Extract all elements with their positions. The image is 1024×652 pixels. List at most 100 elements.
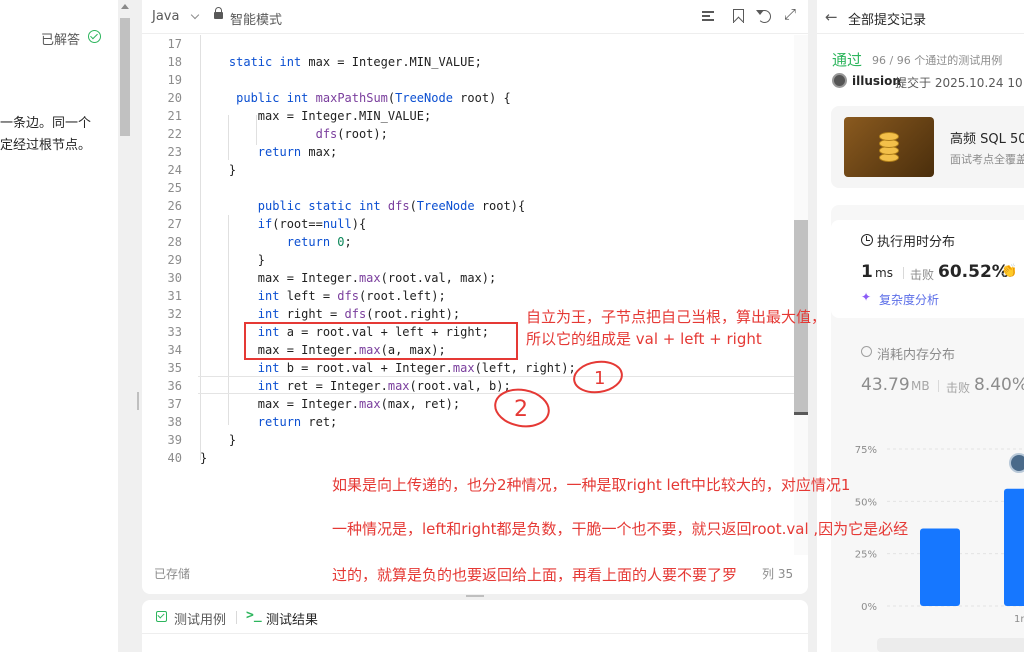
smart-mode-toggle[interactable]: 智能模式 (230, 9, 282, 28)
code-text[interactable]: max = Integer.max(root.val, max); (200, 269, 496, 287)
expand-icon[interactable] (784, 5, 800, 24)
code-text[interactable]: int right = dfs(root.right); (200, 305, 460, 323)
code-text[interactable]: static int max = Integer.MIN_VALUE; (200, 53, 482, 71)
code-line[interactable]: 37 max = Integer.max(max, ret); (142, 395, 794, 413)
accepted-status: 通过 (832, 51, 863, 69)
code-text[interactable]: } (200, 449, 207, 467)
tab-testcase[interactable]: 测试用例 (174, 609, 226, 628)
chart-bar (1004, 488, 1024, 606)
problem-description-panel: 已解答 一条边。同一个 定经过根节点。 (0, 0, 118, 652)
language-select[interactable]: Java (152, 9, 179, 24)
code-text[interactable]: return max; (200, 143, 337, 161)
line-number: 19 (167, 73, 182, 87)
code-text[interactable]: if(root==null){ (200, 215, 366, 233)
y-tick-label: 50% (855, 497, 877, 508)
line-number: 21 (167, 109, 182, 123)
code-line[interactable]: 27 if(root==null){ (142, 215, 794, 233)
sparkle-icon: ✦ (861, 290, 872, 304)
beats-label: 击败 (946, 381, 971, 395)
reset-icon[interactable] (756, 8, 772, 24)
code-line[interactable]: 23 return max; (142, 143, 794, 161)
handwritten-mark-2: 2 (494, 388, 550, 428)
line-number: 35 (167, 361, 182, 375)
code-line[interactable]: 28 return 0; (142, 233, 794, 251)
beats-label: 击败 (910, 268, 935, 282)
code-line[interactable]: 21 max = Integer.MIN_VALUE; (142, 107, 794, 125)
description-text: 定经过根节点。 (0, 138, 92, 153)
code-text[interactable]: max = Integer.max(max, ret); (200, 395, 460, 413)
complexity-analysis-link[interactable]: 复杂度分析 (879, 291, 939, 308)
code-text[interactable]: int b = root.val + Integer.max(left, rig… (200, 359, 576, 377)
code-line[interactable]: 20 public int maxPathSum(TreeNode root) … (142, 89, 794, 107)
tab-divider (236, 611, 237, 624)
code-line[interactable]: 19 (142, 71, 794, 89)
line-number: 31 (167, 289, 182, 303)
memory-icon (861, 346, 872, 357)
memory-title[interactable]: 消耗内存分布 (877, 344, 955, 363)
chart-footer (877, 638, 1024, 652)
line-number: 22 (167, 127, 182, 141)
bookmark-icon[interactable] (730, 8, 746, 24)
user-name[interactable]: illusion (852, 74, 901, 88)
code-line[interactable]: 31 int left = dfs(root.left); (142, 287, 794, 305)
code-text[interactable]: return 0; (200, 233, 352, 251)
code-line[interactable]: 26 public static int dfs(TreeNode root){ (142, 197, 794, 215)
line-number: 38 (167, 415, 182, 429)
back-arrow-icon[interactable]: ← (825, 8, 838, 26)
code-text[interactable]: public int maxPathSum(TreeNode root) { (200, 89, 511, 107)
code-line[interactable]: 22 dfs(root); (142, 125, 794, 143)
code-text[interactable]: } (200, 161, 236, 179)
clock-icon (861, 234, 873, 246)
save-status: 已存储 (154, 567, 191, 581)
code-line[interactable]: 38 return ret; (142, 413, 794, 431)
code-line[interactable]: 29 } (142, 251, 794, 269)
panel-resize-handle[interactable] (137, 392, 139, 410)
divider (903, 267, 904, 279)
tests-passed-count: 96 / 96 个通过的测试用例 (872, 54, 1003, 67)
line-number: 33 (167, 325, 182, 339)
code-line[interactable]: 25 (142, 179, 794, 197)
code-line[interactable]: 36 int ret = Integer.max(root.val, b); (142, 377, 794, 395)
scroll-up-icon[interactable] (121, 4, 129, 9)
code-text[interactable]: } (200, 431, 236, 449)
scrollbar-thumb[interactable] (120, 18, 130, 136)
tab-test-result[interactable]: 测试结果 (266, 609, 318, 628)
code-text[interactable]: int ret = Integer.max(root.val, b); (200, 377, 511, 395)
code-line[interactable]: 35 int b = root.val + Integer.max(left, … (142, 359, 794, 377)
line-number: 28 (167, 235, 182, 249)
format-code-icon[interactable] (700, 8, 716, 24)
highlight-box (244, 322, 518, 360)
code-line[interactable]: 24 } (142, 161, 794, 179)
code-text[interactable]: int left = dfs(root.left); (200, 287, 446, 305)
annotation-note: 如果是向上传递的，也分2种情况，一种是取right left中比较大的，对应情况… (332, 476, 851, 494)
code-line[interactable]: 30 max = Integer.max(root.val, max); (142, 269, 794, 287)
solved-status: 已解答 (41, 33, 81, 48)
chevron-down-icon[interactable] (190, 10, 200, 20)
lock-icon (214, 7, 223, 19)
promo-card[interactable]: 高频 SQL 50 面试考点全覆盖 (831, 106, 1024, 188)
code-text[interactable]: max = Integer.MIN_VALUE; (200, 107, 431, 125)
code-text[interactable]: } (200, 251, 265, 269)
code-line[interactable]: 39 } (142, 431, 794, 449)
terminal-icon: >_ (246, 608, 262, 623)
code-text[interactable]: public static int dfs(TreeNode root){ (200, 197, 525, 215)
annotation-note: 一种情况是，left和right都是负数，干脆一个也不要，就只返回root.va… (332, 520, 909, 538)
code-line[interactable]: 17 (142, 35, 794, 53)
cursor-position: 列 35 (762, 567, 794, 581)
line-number: 30 (167, 271, 182, 285)
y-tick-label: 0% (861, 602, 877, 613)
annotation-note: 所以它的组成是 val + left + right (526, 330, 762, 348)
divider (938, 380, 939, 392)
code-line[interactable]: 40} (142, 449, 794, 467)
split-resize-handle[interactable] (466, 595, 484, 597)
code-line[interactable]: 18 static int max = Integer.MIN_VALUE; (142, 53, 794, 71)
code-text[interactable]: return ret; (200, 413, 337, 431)
line-number: 27 (167, 217, 182, 231)
line-number: 36 (167, 379, 182, 393)
avatar[interactable] (832, 73, 847, 88)
description-scrollbar[interactable] (118, 0, 133, 652)
code-text[interactable]: dfs(root); (200, 125, 388, 143)
submitted-at: 提交于 2025.10.24 10:44 (895, 76, 1024, 90)
annotation-note: 过的，就算是负的也要返回给上面，再看上面的人要不要了罗 (332, 566, 738, 584)
all-submissions-link[interactable]: 全部提交记录 (848, 9, 926, 28)
